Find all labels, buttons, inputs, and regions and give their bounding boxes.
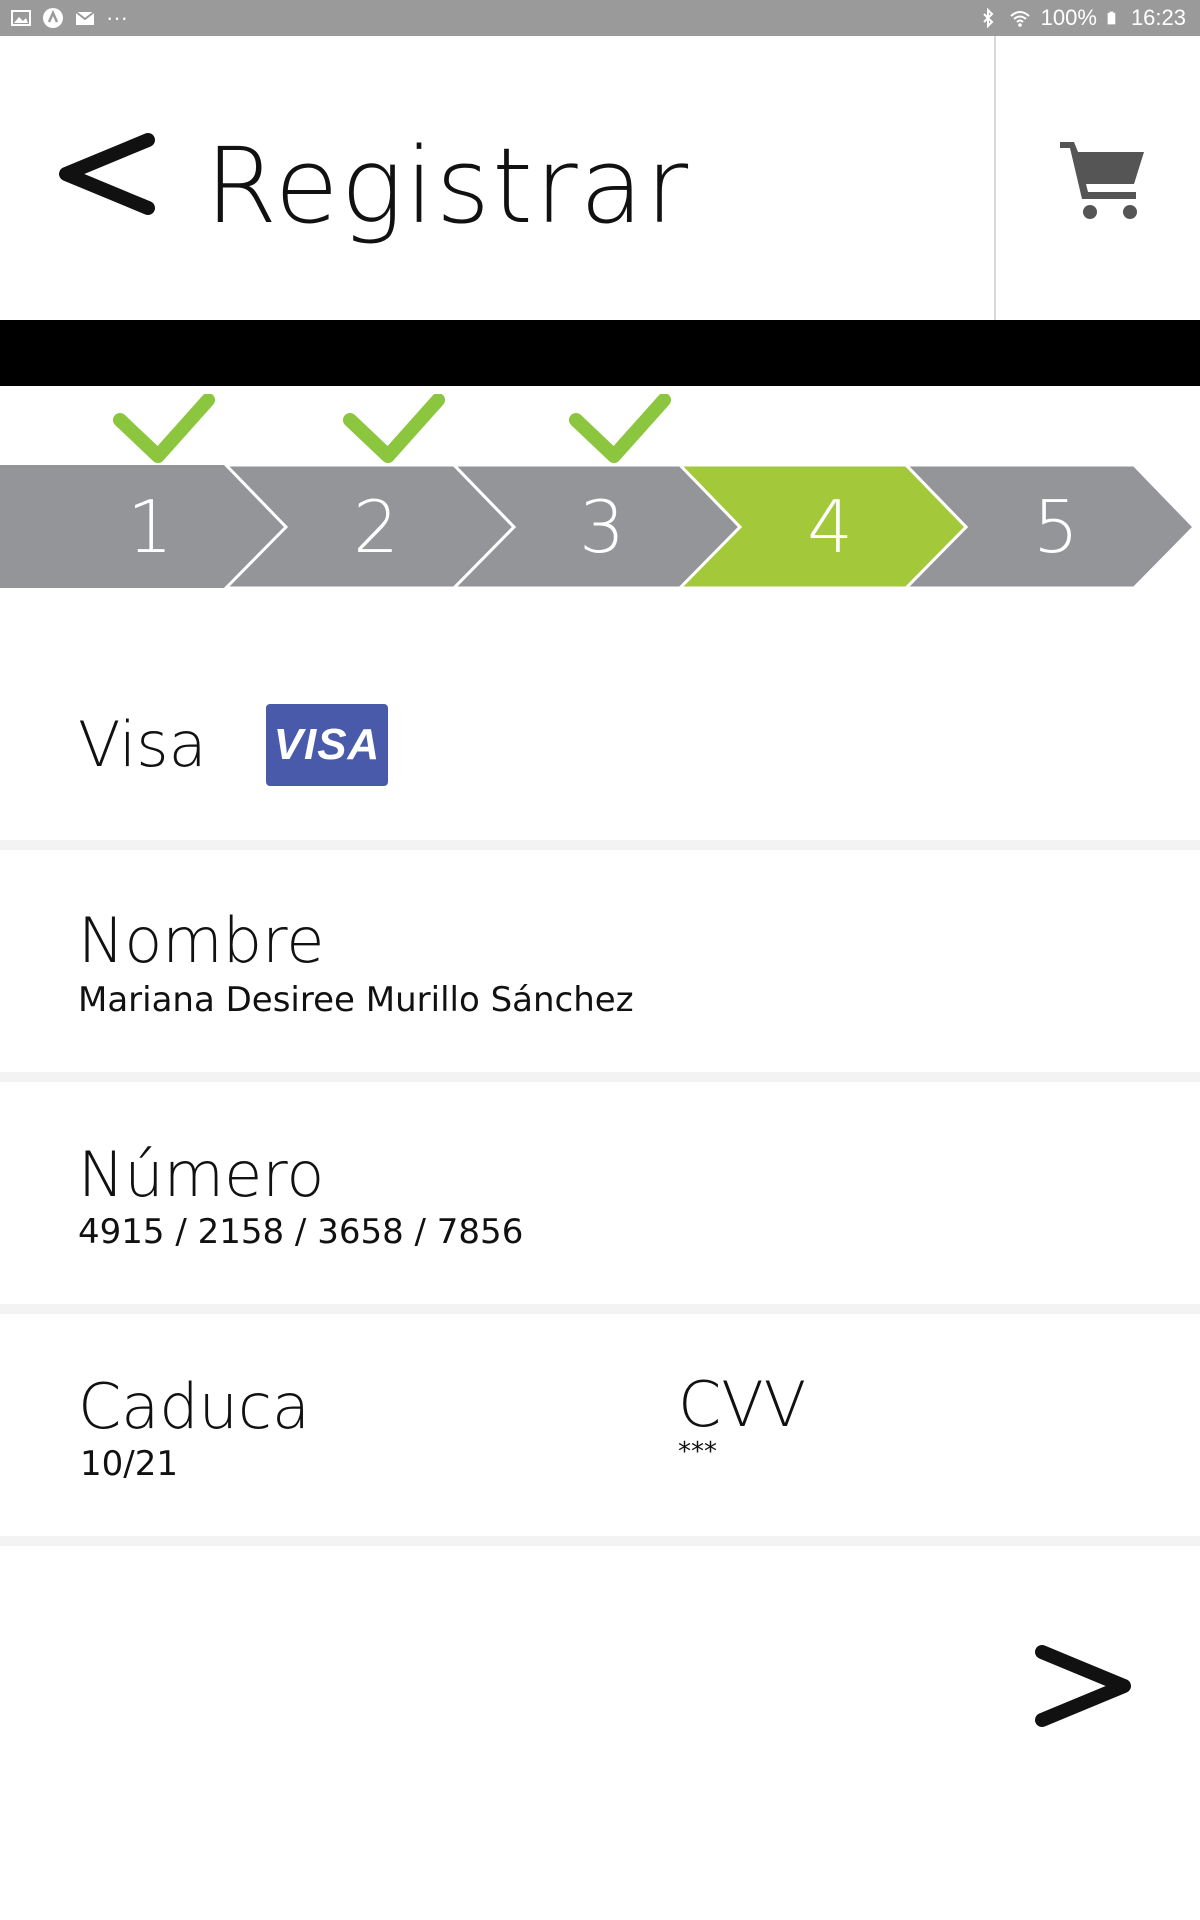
name-label: Nombre [78, 904, 325, 977]
battery-icon [1107, 11, 1116, 25]
more-icon: ··· [106, 5, 128, 30]
name-field[interactable]: Nombre Mariana Desiree Murillo Sánchez [0, 850, 1200, 1072]
clock: 16:23 [1130, 5, 1186, 30]
step-number-4: 4 [807, 485, 853, 569]
next-button[interactable] [1030, 1640, 1140, 1750]
divider [0, 1536, 1200, 1546]
cvv-field[interactable]: CVV *** [600, 1314, 1200, 1536]
check-icon [343, 394, 445, 463]
expiry-value: 10/21 [80, 1444, 178, 1484]
cart-button[interactable] [1058, 136, 1148, 226]
step-number-2: 2 [353, 485, 399, 569]
app-icon [43, 8, 63, 28]
expiry-field[interactable]: Caduca 10/21 [0, 1314, 600, 1536]
bluetooth-icon [982, 7, 994, 29]
back-button[interactable] [56, 126, 166, 236]
card-number-field[interactable]: Número 4915 / 2158 / 3658 / 7856 [0, 1082, 1200, 1304]
chevron-left-icon [59, 133, 155, 215]
status-bar: ··· 100% 16:23 [0, 0, 1200, 36]
check-icon [113, 394, 215, 463]
wifi-icon [1009, 11, 1030, 27]
page-title: Registrar [205, 125, 691, 247]
divider [0, 840, 1200, 850]
card-number-label: Número [78, 1138, 325, 1211]
cvv-label: CVV [678, 1368, 807, 1441]
gallery-icon [11, 10, 31, 26]
expiry-cvv-row: Caduca 10/21 CVV *** [0, 1314, 1200, 1536]
step-number-3: 3 [579, 485, 625, 569]
app-header: Registrar [0, 36, 1200, 320]
expiry-label: Caduca [78, 1370, 311, 1443]
step-number-1: 1 [127, 485, 173, 569]
card-type-label: Visa [78, 708, 207, 781]
check-icon [569, 394, 671, 463]
header-divider [994, 36, 996, 320]
battery-percent: 100% [1040, 5, 1097, 30]
cvv-value: *** [678, 1437, 717, 1467]
name-value: Mariana Desiree Murillo Sánchez [78, 980, 634, 1020]
card-number-value: 4915 / 2158 / 3658 / 7856 [78, 1212, 524, 1252]
chevron-right-icon [1035, 1645, 1131, 1727]
step-number-5: 5 [1033, 485, 1079, 569]
cart-icon [1060, 142, 1144, 219]
header-band [0, 320, 1200, 386]
status-bar-left: ··· [10, 5, 128, 31]
status-bar-right: 100% 16:23 [977, 6, 1186, 30]
divider [0, 1072, 1200, 1082]
visa-logo: VISA [266, 704, 388, 786]
gmail-icon [75, 11, 95, 25]
divider [0, 1304, 1200, 1314]
